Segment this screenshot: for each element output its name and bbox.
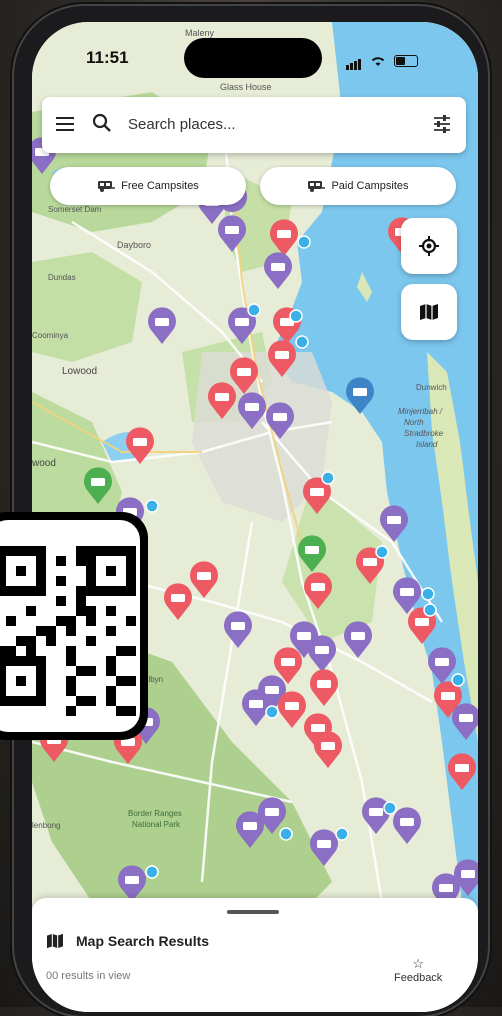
- verified-badge: [265, 705, 279, 719]
- wifi-icon: [371, 57, 385, 66]
- svg-text:Dundas: Dundas: [48, 273, 76, 282]
- verified-badge: [145, 865, 159, 879]
- free-campsites-label: Free Campsites: [121, 180, 199, 192]
- svg-text:Island: Island: [416, 440, 438, 449]
- caravan-icon: [98, 181, 116, 192]
- dynamic-island: [184, 38, 322, 78]
- svg-text:lenbong: lenbong: [32, 821, 60, 830]
- battery-icon: [394, 55, 418, 67]
- verified-badge: [383, 801, 397, 815]
- svg-text:Lowood: Lowood: [62, 366, 97, 377]
- search-icon: [92, 113, 111, 132]
- free-campsites-chip[interactable]: Free Campsites: [50, 167, 246, 205]
- verified-badge: [145, 499, 159, 513]
- svg-text:Border Ranges: Border Ranges: [128, 809, 182, 818]
- map-icon: [47, 933, 63, 949]
- verified-badge: [451, 673, 465, 687]
- search-bar[interactable]: Search places...: [42, 97, 466, 153]
- svg-text:Coominya: Coominya: [32, 331, 69, 340]
- verified-badge: [297, 235, 311, 249]
- qr-code-image: [0, 546, 136, 716]
- svg-text:Dunwich: Dunwich: [416, 383, 447, 392]
- svg-text:North: North: [404, 418, 424, 427]
- status-bar: 11:51: [32, 22, 478, 84]
- verified-badge: [335, 827, 349, 841]
- verified-badge: [321, 471, 335, 485]
- my-location-button[interactable]: [401, 218, 457, 274]
- status-time: 11:51: [86, 48, 129, 67]
- verified-badge: [423, 603, 437, 617]
- map-layers-button[interactable]: [401, 284, 457, 340]
- results-count: 00 results in view: [46, 970, 131, 982]
- svg-text:wood: wood: [32, 458, 56, 469]
- verified-badge: [289, 309, 303, 323]
- map-icon: [420, 304, 438, 320]
- cellular-signal-icon: [346, 52, 362, 70]
- verified-badge: [375, 545, 389, 559]
- svg-text:Somerset Dam: Somerset Dam: [48, 205, 102, 214]
- svg-text:Dayboro: Dayboro: [117, 240, 151, 250]
- caravan-icon: [308, 181, 326, 192]
- verified-badge: [421, 587, 435, 601]
- sheet-drag-handle[interactable]: [227, 910, 279, 914]
- search-input[interactable]: Search places...: [128, 116, 236, 133]
- locate-icon: [419, 236, 439, 256]
- paid-campsites-chip[interactable]: Paid Campsites: [260, 167, 456, 205]
- paid-campsites-label: Paid Campsites: [331, 180, 409, 192]
- svg-text:Minjerribah /: Minjerribah /: [398, 407, 443, 416]
- qr-code-badge: [0, 512, 148, 740]
- hamburger-menu-icon[interactable]: [56, 117, 74, 135]
- filter-sliders-icon[interactable]: [432, 115, 452, 133]
- verified-badge: [247, 303, 261, 317]
- qr-code-panel: [0, 520, 140, 732]
- status-icons: [346, 52, 418, 70]
- svg-text:National Park: National Park: [132, 820, 181, 829]
- feedback-label: Feedback: [394, 972, 443, 984]
- sheet-title: Map Search Results: [76, 933, 210, 949]
- verified-badge: [295, 335, 309, 349]
- feedback-button[interactable]: ☆ Feedback: [394, 956, 442, 984]
- star-icon: ☆: [412, 956, 424, 971]
- svg-text:Stradbroke: Stradbroke: [404, 429, 444, 438]
- bottom-sheet[interactable]: Map Search Results 00 results in view ☆ …: [32, 898, 478, 1012]
- verified-badge: [279, 827, 293, 841]
